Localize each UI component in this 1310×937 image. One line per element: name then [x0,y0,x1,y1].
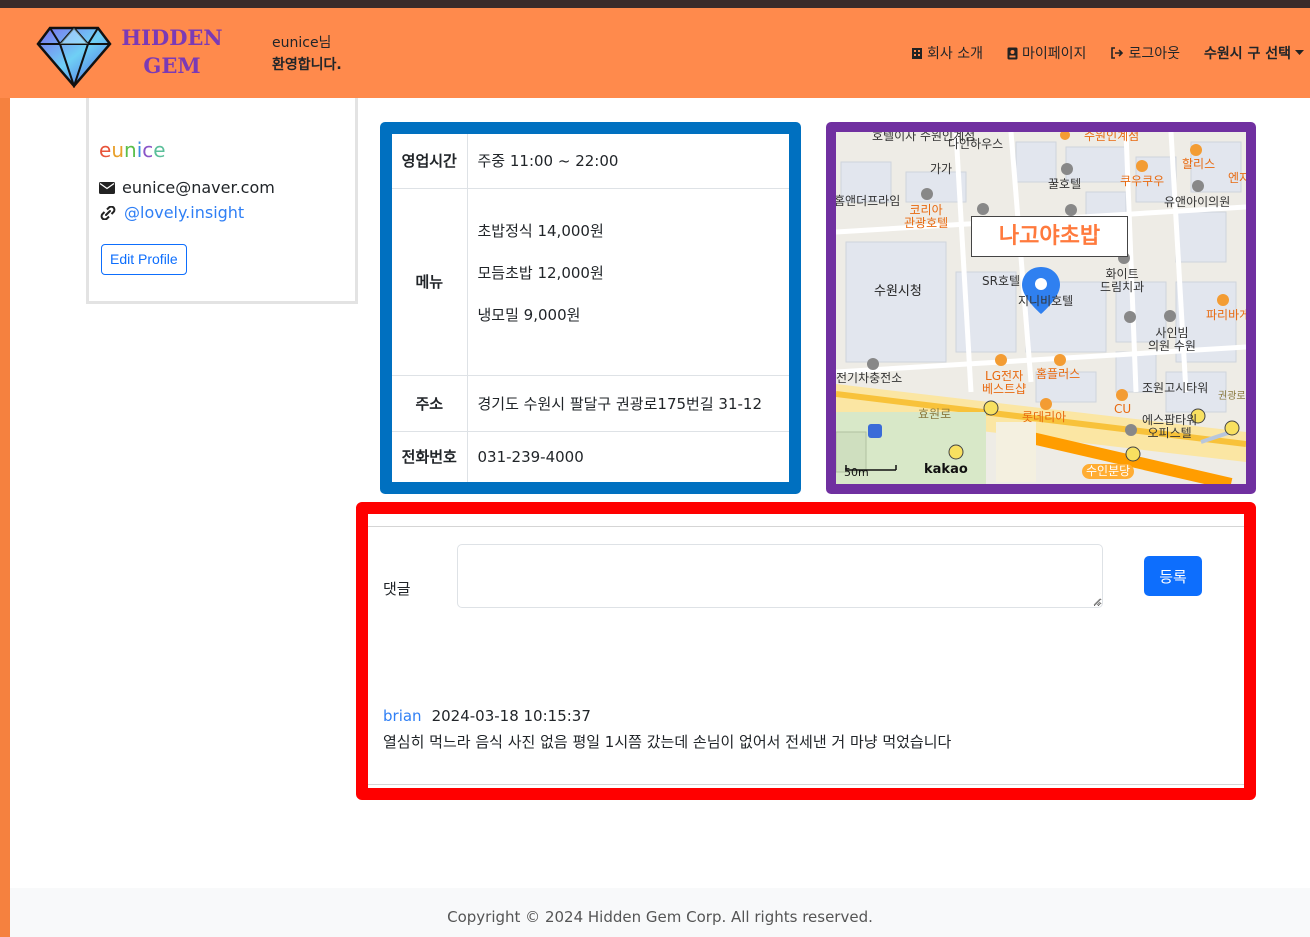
phone-row: 전화번호 031-239-4000 [392,431,789,482]
brand-logo-text[interactable]: HIDDEN GEM [120,24,224,80]
hours-row: 영업시간 주중 11:00 ~ 22:00 [392,134,789,189]
map-panel[interactable]: 나고야초밥 호텔이자 수원인계점 다인하우스 수원인계점 가가 꿀호텔 쿠우쿠우… [826,122,1256,494]
comment-label: 댓글 [383,580,411,598]
store-info-table: 영업시간 주중 11:00 ~ 22:00 메뉴 초밥정식 14,000원 모듬… [392,134,789,482]
brand-line1: HIDDEN [121,25,223,50]
nav-mypage-link[interactable]: 마이페이지 [995,43,1098,63]
map-label: 화이트 드림치과 [1100,267,1145,294]
map-label: 가가 [930,162,953,176]
nav-about-link[interactable]: 회사 소개 [899,43,995,63]
nav-links: 회사 소개 마이페이지 로그아웃 수원시 구 선택 [899,43,1310,63]
address-label: 주소 [392,375,468,432]
map-label: 롯데리아 [1022,410,1067,424]
nav-logout-label: 로그아웃 [1128,46,1180,62]
map-label: 전기차충전소 [836,371,903,385]
phone-value: 031-239-4000 [477,447,584,466]
comment-submit-button[interactable]: 등록 [1144,556,1202,596]
map-label: 지니비호텔 [1018,294,1074,308]
map-label: 수인분당 [1082,464,1135,479]
id-badge-icon [1007,47,1018,59]
map-label: 쿠우쿠우 [1120,174,1165,188]
footer: Copyright © 2024 Hidden Gem Corp. All ri… [10,888,1310,937]
map-label: 엔지 [1228,171,1251,185]
comment-author[interactable]: brian [383,707,422,725]
map-label: 에스팝타워 오피스텔 [1142,413,1198,440]
address-value: 경기도 수원시 팔달구 권광로175번길 31-12 [467,375,789,432]
map-label: 홈플러스 [1036,367,1081,381]
comment-input[interactable] [457,544,1103,608]
menu-value: 초밥정식 14,000원 모듬초밥 12,000원 냉모밀 9,000원 [467,188,789,376]
map-label: 할리스 [1182,157,1216,171]
phone-label: 전화번호 [392,431,468,482]
building-icon [912,47,923,59]
comment-section: 댓글 등록 brian 2024-03-18 10:15:37 열심히 먹느라 음… [356,502,1256,800]
map-provider-logo[interactable]: kakao [924,462,968,477]
hours-label: 영업시간 [392,134,468,189]
menu-item: 초밥정식 14,000원 [477,221,604,240]
comment-meta: brian 2024-03-18 10:15:37 [383,707,591,725]
top-strip [0,0,1310,8]
map-label: 코리아 관광호텔 [904,203,949,230]
map-label: 파리바게 [1206,308,1251,322]
map-label: 사인빔 의원 수원 [1148,326,1196,353]
comment-text: 열심히 먹느라 음식 사진 없음 평일 1시쯤 갔는데 손님이 없어서 전세낸 … [383,733,952,751]
link-icon [100,205,116,220]
map-label: 유앤아이의원 [1164,195,1231,209]
map-label: 꿀호텔 [1048,177,1082,191]
nav-mypage-label: 마이페이지 [1022,46,1087,62]
nav-about-label: 회사 소개 [927,46,984,62]
edit-profile-button[interactable]: Edit Profile [101,244,187,275]
divider [368,526,1244,527]
map-label: SR호텔 [982,274,1021,288]
map-label: CU [1114,402,1132,416]
map-label: 홈앤더프라임 [834,194,901,208]
welcome-message: eunice님 환영합니다. [272,32,342,76]
map-label: 권광로 [1218,391,1246,402]
map-label: 다인하우스 [948,137,1004,151]
welcome-name: eunice님 [272,35,332,51]
store-info-panel: 영업시간 주중 11:00 ~ 22:00 메뉴 초밥정식 14,000원 모듬… [380,122,801,494]
menu-label: 메뉴 [392,188,468,376]
map-scale-label: 50m [844,466,869,479]
region-dropdown[interactable]: 수원시 구 선택 [1192,43,1310,63]
resize-handle-icon[interactable] [1093,598,1101,606]
left-edge [0,8,10,937]
profile-link[interactable]: @lovely.insight [124,203,244,222]
map-label: 수원시청 [874,284,922,299]
profile-email-row: eunice@naver.com [99,178,275,197]
map-label: 효원로 [918,407,952,421]
footer-copyright: Copyright © 2024 Hidden Gem Corp. All ri… [447,908,873,926]
menu-row: 메뉴 초밥정식 14,000원 모듬초밥 12,000원 냉모밀 9,000원 [392,188,789,376]
hours-value: 주중 11:00 ~ 22:00 [467,134,789,189]
profile-name: eunice [99,138,166,162]
address-row: 주소 경기도 수원시 팔달구 권광로175번길 31-12 [392,375,789,432]
map-label: 수원인계점 [1084,129,1140,143]
diamond-logo-icon[interactable] [36,24,112,88]
brand-line2: GEM [143,53,201,78]
profile-link-row[interactable]: @lovely.insight [99,203,244,222]
menu-item: 모듬초밥 12,000원 [477,263,604,282]
nav-logout-link[interactable]: 로그아웃 [1098,43,1192,63]
menu-item: 냉모밀 9,000원 [477,305,581,324]
profile-email: eunice@naver.com [122,178,275,197]
envelope-icon [99,181,115,194]
map-label: LG전자 베스트샵 [982,369,1027,396]
map-place-label[interactable]: 나고야초밥 [971,216,1128,257]
sign-out-icon [1111,47,1124,59]
caret-down-icon [1295,50,1304,55]
profile-card: eunice eunice@naver.com @lovely.insight … [86,98,358,304]
comment-date: 2024-03-18 10:15:37 [431,707,591,725]
divider [368,784,1244,785]
map-label: 조원고시타워 [1142,381,1209,395]
welcome-text: 환영합니다. [272,57,342,73]
region-dropdown-label: 수원시 구 선택 [1203,46,1291,62]
navbar: HIDDEN GEM eunice님 환영합니다. 회사 소개 마이페이지 로그… [0,8,1310,98]
